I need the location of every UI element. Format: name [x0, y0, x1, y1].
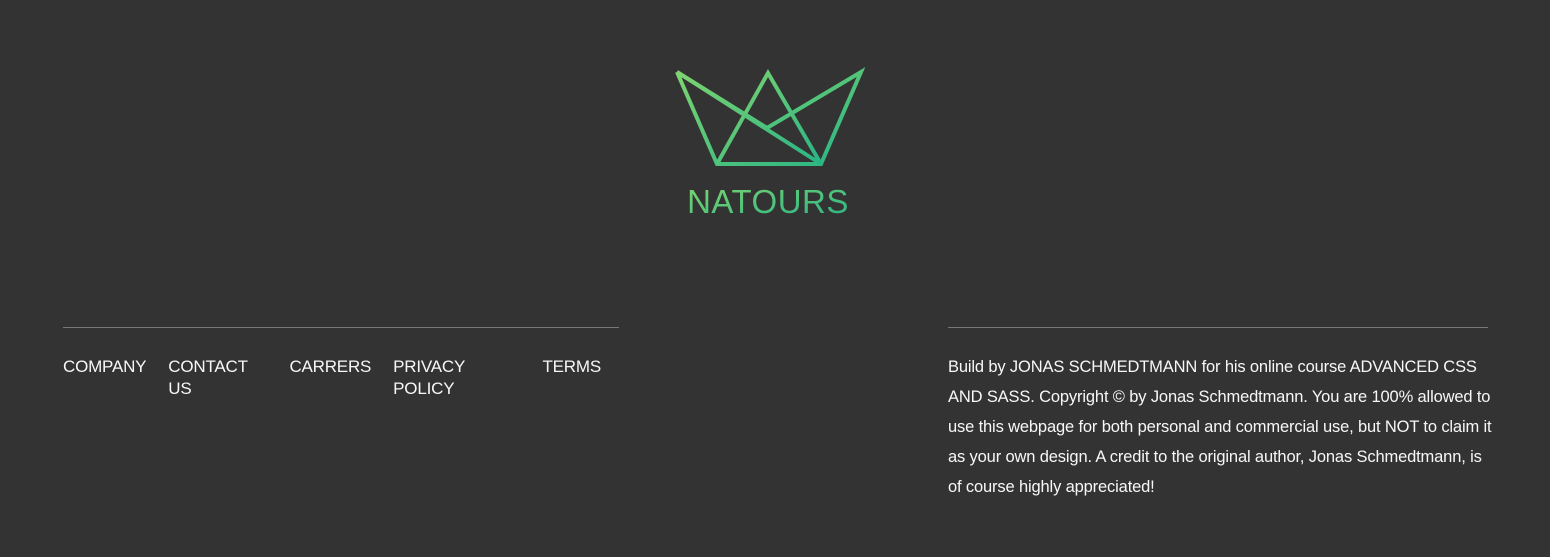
crown-icon: [675, 67, 866, 166]
nav-divider: [63, 327, 619, 328]
nav-link-terms[interactable]: TERMS: [542, 356, 601, 378]
nav-item-terms: TERMS: [542, 356, 601, 401]
nav-item-privacy-policy: PRIVACY POLICY: [393, 356, 520, 401]
footer-navigation: COMPANY CONTACT US CARRERS PRIVACY POLIC…: [63, 356, 623, 401]
nav-link-carrers[interactable]: CARRERS: [289, 356, 371, 378]
nav-item-contact-us: CONTACT US: [168, 356, 267, 401]
logo-box: NATOURS: [0, 0, 1550, 228]
copyright-divider: [948, 327, 1488, 328]
footer: NATOURS COMPANY CONTACT US CARRERS PRIVA…: [0, 0, 1550, 557]
nav-link-company[interactable]: COMPANY: [63, 356, 146, 378]
natours-logo[interactable]: NATOURS: [675, 62, 875, 228]
logo-text: NATOURS: [687, 183, 849, 220]
nav-item-company: COMPANY: [63, 356, 146, 401]
nav-link-contact-us[interactable]: CONTACT US: [168, 356, 267, 400]
nav-item-carrers: CARRERS: [289, 356, 371, 401]
copyright-text: Build by JONAS SCHMEDTMANN for his onlin…: [948, 358, 1492, 496]
nav-link-privacy-policy[interactable]: PRIVACY POLICY: [393, 356, 520, 400]
